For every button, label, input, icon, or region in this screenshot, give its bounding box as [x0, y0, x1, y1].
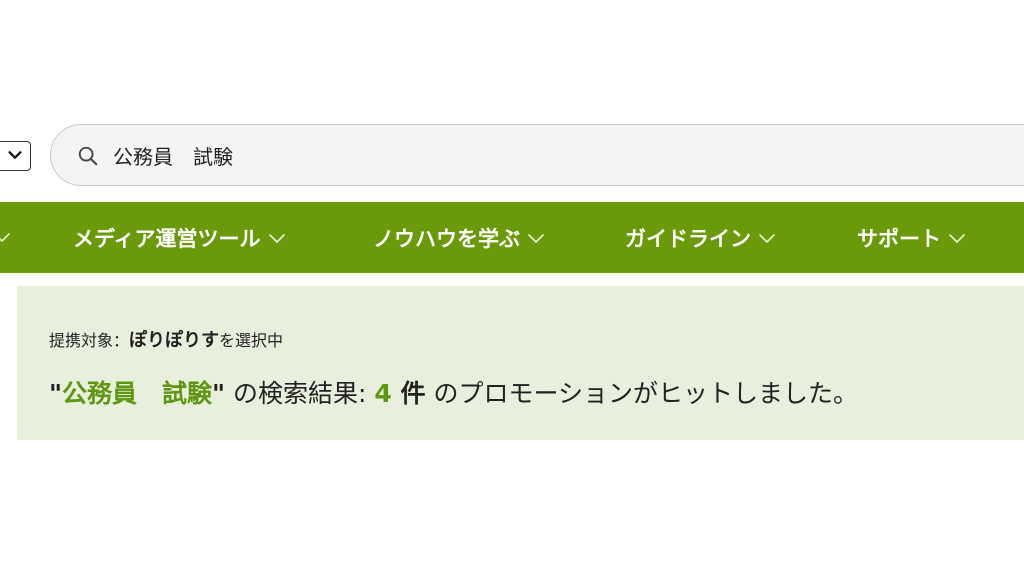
affiliation-suffix: を選択中 — [219, 331, 284, 350]
nav-item-learn[interactable]: ノウハウを学ぶ — [373, 202, 546, 273]
affiliation-name: ぽりぽりす — [129, 330, 220, 351]
search-icon[interactable] — [77, 145, 99, 167]
result-text-after: のプロモーションがヒットしました。 — [425, 379, 858, 408]
nav-item-support[interactable]: サポート — [857, 202, 967, 273]
nav-item-label: ガイドライン — [625, 226, 751, 251]
nav-item-label: ノウハウを学ぶ — [373, 226, 520, 251]
search-input[interactable] — [113, 140, 713, 170]
open-quote: " — [49, 379, 63, 408]
chevron-down-icon[interactable] — [0, 227, 12, 247]
affiliation-prefix: 提携対象： — [49, 331, 130, 350]
search-result-panel: 提携対象：ぽりぽりすを選択中 "公務員 試験" の検索結果: 4 件 のプロモー… — [17, 286, 1024, 440]
nav-item-guidelines[interactable]: ガイドライン — [625, 202, 777, 273]
nav-item-label: メディア運営ツール — [73, 226, 261, 251]
result-summary: "公務員 試験" の検索結果: 4 件 のプロモーションがヒットしました。 — [49, 374, 858, 410]
main-nav: メディア運営ツール ノウハウを学ぶ ガイドライン サポート — [0, 202, 1024, 273]
result-keyword: 公務員 試験 — [62, 379, 213, 408]
category-select[interactable] — [0, 141, 31, 171]
search-bar — [50, 124, 1024, 186]
result-count-unit: 件 — [391, 379, 426, 408]
nav-item-label: サポート — [857, 226, 941, 251]
chevron-down-icon — [949, 233, 965, 243]
nav-item-media-tools[interactable]: メディア運営ツール — [73, 202, 287, 273]
chevron-down-icon — [268, 233, 285, 243]
chevron-down-icon — [759, 233, 775, 243]
chevron-down-icon — [528, 233, 544, 243]
result-count: 4 — [374, 379, 392, 408]
affiliation-status: 提携対象：ぽりぽりすを選択中 — [49, 326, 283, 352]
close-quote: " — [212, 379, 226, 408]
chevron-down-icon — [8, 151, 22, 159]
result-text-before: の検索結果: — [225, 379, 375, 408]
